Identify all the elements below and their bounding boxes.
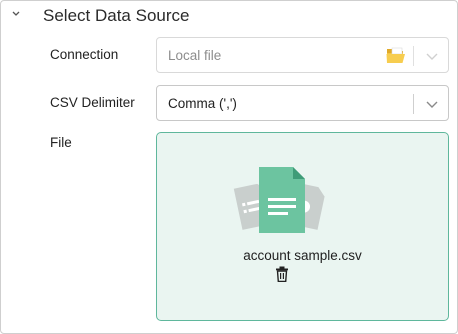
select-divider: [413, 94, 414, 114]
data-source-panel: Select Data Source Connection Local file…: [0, 0, 458, 334]
trash-icon[interactable]: [275, 266, 289, 282]
file-dropzone[interactable]: account sample.csv: [156, 132, 449, 321]
section-header[interactable]: Select Data Source: [1, 1, 457, 33]
file-label: File: [50, 135, 72, 150]
file-name: account sample.csv: [243, 248, 362, 263]
chevron-down-icon[interactable]: [11, 9, 21, 19]
chevron-down-icon[interactable]: [425, 49, 439, 63]
folder-open-icon[interactable]: [386, 46, 406, 64]
connection-value: Local file: [168, 48, 222, 63]
section-title: Select Data Source: [43, 6, 190, 25]
connection-label: Connection: [50, 47, 119, 62]
chevron-down-icon[interactable]: [425, 97, 439, 111]
connection-select[interactable]: Local file: [156, 37, 449, 73]
csv-delimiter-label: CSV Delimiter: [50, 95, 135, 110]
select-divider: [413, 46, 414, 66]
csv-delimiter-value: Comma (','): [168, 96, 237, 111]
file-documents-icon: [233, 167, 325, 233]
csv-delimiter-select[interactable]: Comma (','): [156, 85, 449, 121]
